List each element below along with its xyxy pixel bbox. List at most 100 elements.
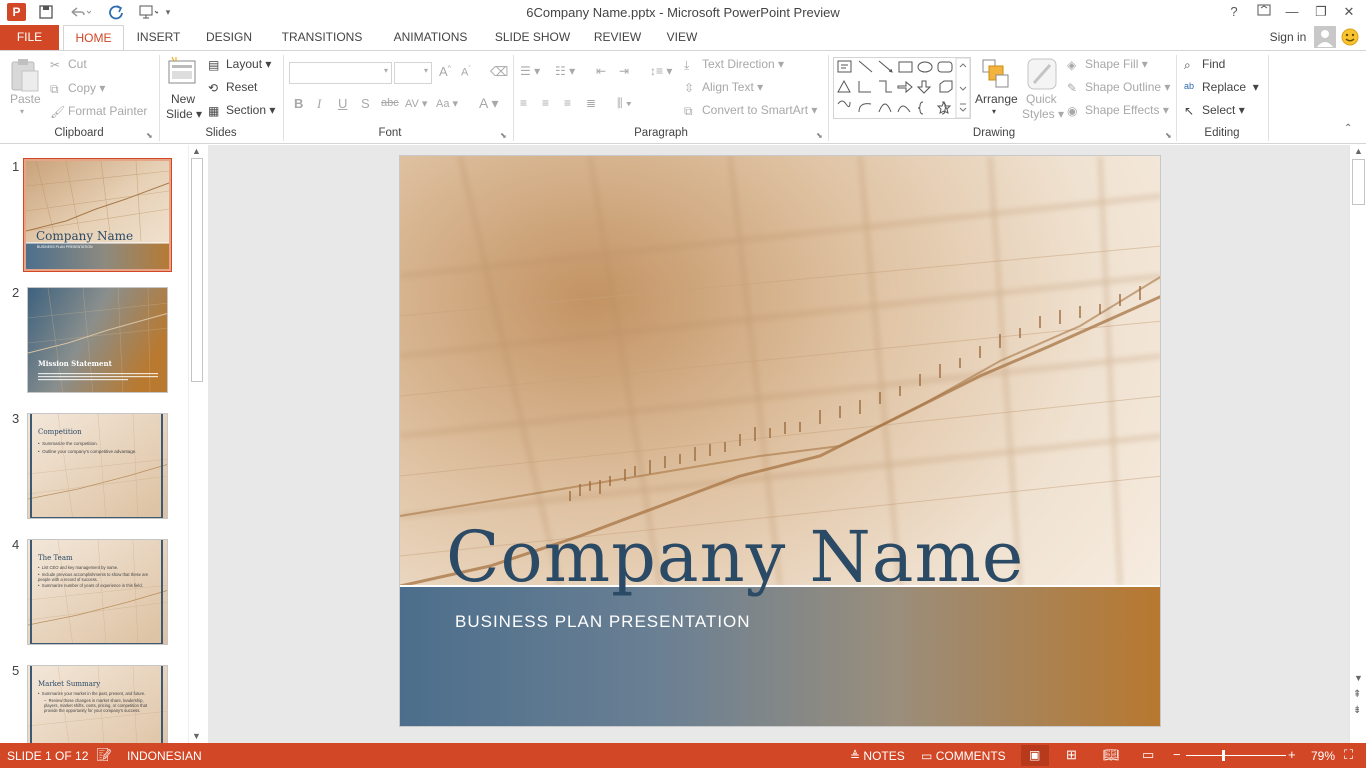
align-text-button[interactable]: ⇳ Align Text ▾ <box>684 80 763 95</box>
copy-button[interactable]: ⧉ Copy ▾ <box>50 81 105 96</box>
sign-in-link[interactable]: Sign in <box>1264 25 1312 50</box>
collapse-ribbon-icon[interactable]: ⌃ <box>1344 123 1352 134</box>
close-icon[interactable]: ✕ <box>1337 3 1361 21</box>
arrange-dropdown-icon[interactable]: ▾ <box>992 107 996 116</box>
increase-indent-icon[interactable]: ⇥ <box>619 64 629 78</box>
shape-effects-button[interactable]: ◉ Shape Effects ▾ <box>1067 103 1169 118</box>
bullets-icon[interactable]: ☰ ▾ <box>520 64 540 78</box>
tab-file[interactable]: FILE <box>0 25 59 50</box>
quick-styles-line2[interactable]: Styles ▾ <box>1022 107 1064 121</box>
quick-styles-icon[interactable] <box>1026 57 1058 91</box>
strikethrough-icon[interactable]: abc <box>381 97 399 109</box>
notes-button[interactable]: ≜ NOTES <box>850 749 905 763</box>
slide-subtitle[interactable]: BUSINESS PLAN PRESENTATION <box>455 612 751 632</box>
next-slide-icon[interactable]: ⇟ <box>1353 705 1361 716</box>
zoom-level[interactable]: 79% <box>1311 749 1335 763</box>
clipboard-launcher-icon[interactable]: ⬊ <box>146 131 153 140</box>
help-button[interactable]: ? <box>1222 3 1246 21</box>
zoom-in-icon[interactable]: + <box>1288 747 1296 762</box>
proofing-icon[interactable]: 📝︎ <box>96 747 113 763</box>
tab-view[interactable]: VIEW <box>660 25 704 50</box>
smiley-feedback-icon[interactable] <box>1341 28 1359 46</box>
slide-thumbnail-3[interactable]: Competition • Summarize the competition.… <box>27 413 168 519</box>
paste-dropdown-icon[interactable]: ▾ <box>20 107 24 116</box>
replace-button[interactable]: ab Replace ▾ <box>1184 80 1259 95</box>
font-launcher-icon[interactable]: ⬊ <box>500 131 507 140</box>
main-vertical-scrollbar[interactable]: ▲ ▼ ⇞ ⇟ <box>1349 145 1366 743</box>
tab-animations[interactable]: ANIMATIONS <box>385 25 476 50</box>
quick-styles-line1[interactable]: Quick <box>1026 92 1057 106</box>
ribbon-display-options-icon[interactable] <box>1252 3 1276 21</box>
thumbnail-scrollbar[interactable]: ▲ ▼ <box>188 145 204 743</box>
comments-button[interactable]: ▭ COMMENTS <box>921 749 1006 763</box>
clear-formatting-icon[interactable]: ⌫ <box>490 64 508 80</box>
change-case-icon[interactable]: Aa ▾ <box>436 97 458 110</box>
paste-icon[interactable] <box>8 57 42 97</box>
tab-home[interactable]: HOME <box>63 25 124 51</box>
language-indicator[interactable]: INDONESIAN <box>127 749 202 763</box>
restore-icon[interactable]: ❐ <box>1309 3 1333 21</box>
scroll-up-icon[interactable]: ▲ <box>1354 146 1363 156</box>
section-button[interactable]: ▦ Section ▾ <box>208 103 275 118</box>
paragraph-launcher-icon[interactable]: ⬊ <box>816 131 823 140</box>
font-color-icon[interactable]: A ▾ <box>479 95 498 112</box>
tab-design[interactable]: DESIGN <box>200 25 258 50</box>
character-spacing-icon[interactable]: AV ▾ <box>405 97 427 110</box>
center-icon[interactable]: ≡ <box>542 96 549 110</box>
drawing-launcher-icon[interactable]: ⬊ <box>1165 131 1172 140</box>
numbering-icon[interactable]: ☷ ▾ <box>555 64 575 78</box>
zoom-out-icon[interactable]: − <box>1173 747 1181 762</box>
arrange-icon[interactable] <box>980 57 1012 91</box>
scroll-up-icon[interactable]: ▲ <box>192 146 201 156</box>
reset-button[interactable]: ⟲ Reset <box>208 80 257 95</box>
slide-thumbnail-4[interactable]: The Team • List CEO and key management b… <box>27 539 168 645</box>
slide-thumbnail-5[interactable]: Market Summary • Summarize your market i… <box>27 665 168 743</box>
slide-show-icon[interactable]: ▭ <box>1142 747 1154 763</box>
paste-button[interactable]: Paste <box>10 92 41 106</box>
align-left-icon[interactable]: ≡ <box>520 96 527 110</box>
increase-font-size-icon[interactable]: A^ <box>439 64 451 79</box>
slide-thumbnail-1[interactable]: Company Name BUSINESS PLAN PRESENTATION <box>23 158 172 272</box>
tab-transitions[interactable]: TRANSITIONS <box>276 25 368 50</box>
zoom-slider[interactable] <box>1186 755 1286 756</box>
new-slide-button-line2[interactable]: Slide ▾ <box>166 107 202 121</box>
zoom-slider-thumb[interactable] <box>1222 750 1225 761</box>
convert-smartart-button[interactable]: ⧉ Convert to SmartArt ▾ <box>684 103 817 118</box>
user-avatar[interactable] <box>1314 26 1336 48</box>
scrollbar-thumb[interactable] <box>1352 159 1365 205</box>
slide-thumbnail-2[interactable]: Mission Statement <box>27 287 168 393</box>
underline-icon[interactable]: U <box>338 96 347 111</box>
previous-slide-icon[interactable]: ⇞ <box>1353 689 1361 700</box>
bold-icon[interactable]: B <box>294 96 303 111</box>
tab-slide-show[interactable]: SLIDE SHOW <box>491 25 574 50</box>
text-direction-button[interactable]: ⤓ Text Direction ▾ <box>684 57 784 72</box>
font-name-combo[interactable]: ▾ <box>289 62 392 84</box>
shape-fill-button[interactable]: ◈ Shape Fill ▾ <box>1067 57 1148 72</box>
tab-review[interactable]: REVIEW <box>589 25 646 50</box>
font-size-combo[interactable]: ▾ <box>394 62 432 84</box>
select-button[interactable]: ↖ Select ▾ <box>1184 103 1245 118</box>
scroll-down-icon[interactable]: ▼ <box>192 731 201 741</box>
new-slide-button-line1[interactable]: New <box>171 92 195 106</box>
shape-outline-button[interactable]: ✎ Shape Outline ▾ <box>1067 80 1170 95</box>
reading-view-icon[interactable]: 📖︎ <box>1103 747 1120 763</box>
slide-title[interactable]: Company Name <box>446 516 1024 598</box>
columns-icon[interactable]: ⫼ ▾ <box>617 96 632 111</box>
scrollbar-thumb[interactable] <box>191 158 203 382</box>
normal-view-button[interactable]: ▣ <box>1021 745 1049 766</box>
text-shadow-icon[interactable]: S <box>361 96 370 111</box>
shapes-gallery[interactable] <box>833 57 971 119</box>
arrange-button[interactable]: Arrange <box>975 92 1018 106</box>
layout-button[interactable]: ▤ Layout ▾ <box>208 57 271 72</box>
justify-icon[interactable]: ≣ <box>586 96 596 110</box>
find-button[interactable]: ⌕ Find <box>1184 57 1225 72</box>
decrease-font-size-icon[interactable]: Aˇ <box>461 66 471 79</box>
fit-slide-to-window-icon[interactable]: ⛶ <box>1344 747 1353 763</box>
align-right-icon[interactable]: ≡ <box>564 96 571 110</box>
minimize-icon[interactable]: — <box>1280 3 1304 21</box>
current-slide[interactable]: Company Name BUSINESS PLAN PRESENTATION <box>399 155 1161 727</box>
new-slide-icon[interactable] <box>166 55 198 89</box>
scroll-down-icon[interactable]: ▼ <box>1354 673 1363 683</box>
slide-sorter-icon[interactable]: ⊞ <box>1066 747 1077 763</box>
cut-button[interactable]: ✂ Cut <box>50 57 87 72</box>
